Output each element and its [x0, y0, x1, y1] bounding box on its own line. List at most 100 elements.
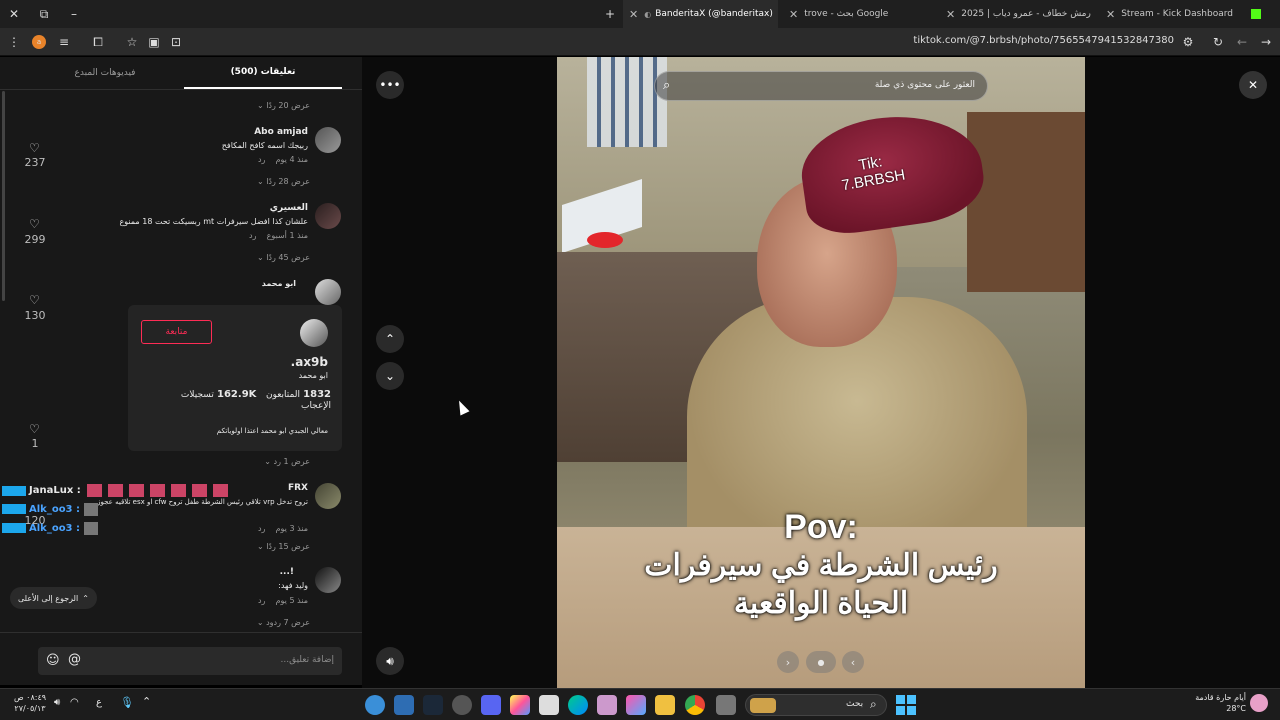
- menu-dots-icon[interactable]: ⋮: [6, 34, 22, 50]
- comment-meta: منذ 5 يوم رد: [257, 596, 308, 605]
- paint-icon[interactable]: [510, 695, 530, 715]
- like-count: 237: [24, 156, 46, 169]
- chevron-up-icon[interactable]: ⌃: [142, 695, 151, 708]
- wifi-icon[interactable]: ◠: [70, 697, 79, 708]
- playlist-icon[interactable]: ≡: [56, 34, 72, 50]
- tab-close-icon[interactable]: ✕: [1106, 8, 1115, 21]
- view-replies-toggle[interactable]: عرض 1 رد ⌄: [220, 457, 310, 466]
- language-indicator[interactable]: ع: [96, 697, 102, 708]
- divider: [0, 632, 362, 633]
- audio-icon: ◐: [644, 9, 652, 19]
- tab-creator-videos[interactable]: فيديوهات المبدع: [30, 57, 180, 89]
- volume-tray-icon[interactable]: 🔊︎: [54, 697, 60, 708]
- bookmark-star-icon[interactable]: ☆: [124, 34, 140, 50]
- related-search-bar[interactable]: ⌕ العثور على محتوى ذي صلة: [654, 71, 988, 101]
- shield-icon[interactable]: [394, 695, 414, 715]
- tab-close-icon[interactable]: ✕: [629, 8, 638, 21]
- back-icon[interactable]: →: [1258, 34, 1274, 50]
- comment-author[interactable]: العسيري: [160, 203, 308, 213]
- carousel-next-icon[interactable]: ›: [777, 651, 799, 673]
- view-replies-toggle[interactable]: عرض 15 ردًا ⌄: [220, 542, 310, 551]
- windows-start-icon[interactable]: [896, 695, 916, 715]
- microphone-icon[interactable]: 🎙︎: [120, 696, 134, 709]
- minimize-icon[interactable]: –: [64, 4, 84, 24]
- mention-icon[interactable]: @: [68, 652, 81, 667]
- carousel-prev-icon[interactable]: ‹: [842, 651, 864, 673]
- file-explorer-icon[interactable]: [655, 695, 675, 715]
- controller-icon[interactable]: [452, 695, 472, 715]
- next-video-icon[interactable]: ⌄: [376, 362, 404, 390]
- profile-handle[interactable]: ax9b.: [188, 355, 328, 369]
- previous-video-icon[interactable]: ⌃: [376, 325, 404, 353]
- weather-widget[interactable]: أيام حارة قادمة 28°C: [1160, 692, 1246, 714]
- back-to-top-button[interactable]: الرجوع إلى الأعلى ⌃: [10, 587, 97, 609]
- chrome-icon[interactable]: [685, 695, 705, 715]
- taskbar-search[interactable]: بحث ⌕: [745, 694, 887, 716]
- edge-icon[interactable]: [568, 695, 588, 715]
- close-icon[interactable]: ✕: [1239, 71, 1267, 99]
- divider: [0, 89, 362, 90]
- avatar[interactable]: [315, 567, 341, 593]
- view-replies-toggle[interactable]: عرض 7 ردود ⌄: [220, 618, 310, 627]
- steam-icon[interactable]: [423, 695, 443, 715]
- avatar[interactable]: [315, 279, 341, 305]
- profile-stats: 1832 المتابعون 162.9K تسجيلات الإعجاب: [180, 389, 331, 411]
- profile-bio: معالي الجبدي ابو محمد اعتذا اولوياتكم: [216, 427, 328, 435]
- mouse-cursor-icon: [454, 398, 470, 416]
- avatar[interactable]: [315, 483, 341, 509]
- badge-icon: [2, 504, 26, 514]
- store-icon[interactable]: [539, 695, 559, 715]
- discord-icon[interactable]: [481, 695, 501, 715]
- tab-comments[interactable]: (500) تعليقات: [184, 57, 342, 89]
- reload-icon[interactable]: ↻: [1210, 34, 1226, 50]
- site-settings-icon[interactable]: ⚙: [1180, 34, 1196, 50]
- tab-kick-dashboard[interactable]: ✕ Stream - Kick Dashboard: [1100, 0, 1275, 28]
- reader-icon[interactable]: ▣: [146, 34, 162, 50]
- avatar[interactable]: [315, 127, 341, 153]
- tab-google-search[interactable]: ✕ trove - بحث Google ◍: [783, 0, 933, 28]
- windows-taskbar: ٠٨:٤٩ ص ٢٧/٠٥/١٣ 🔊︎ ◠ ع 🎙︎ ⌃ بحث ⌕ أيام ح…: [0, 688, 1280, 720]
- extensions-icon[interactable]: ⧠: [90, 34, 106, 50]
- volume-icon[interactable]: 🔊︎: [376, 647, 404, 675]
- task-view-icon[interactable]: [716, 695, 736, 715]
- view-replies-toggle[interactable]: عرض 45 ردًا ⌄: [220, 253, 310, 262]
- photo-post[interactable]: ⌕ العثور على محتوى ذي صلة Tik: 7.BRBSH Po…: [557, 57, 1085, 688]
- tab-close-icon[interactable]: ✕: [789, 8, 798, 21]
- follow-button[interactable]: متابعة: [141, 320, 212, 344]
- heart-icon[interactable]: ♡: [29, 422, 40, 436]
- comment-author[interactable]: Abo amjad: [160, 127, 308, 137]
- heart-icon[interactable]: ♡: [29, 141, 40, 155]
- tab-amr-diab[interactable]: ✕ رمش خطاف - عمرو دياب | 2025: [940, 0, 1095, 28]
- more-options-icon[interactable]: •••: [376, 71, 404, 99]
- comment-author[interactable]: !...: [220, 567, 294, 577]
- url-text[interactable]: tiktok.com/@7.brbsh/photo/75655479415328…: [913, 35, 1174, 46]
- edge-dev-icon[interactable]: [365, 695, 385, 715]
- tab-banderitax[interactable]: ✕ ◐ BanderitaX (@banderitax) ♪: [623, 0, 778, 28]
- like-count: 299: [24, 233, 46, 246]
- emoji-icon[interactable]: ☺: [46, 653, 60, 668]
- avatar[interactable]: [300, 319, 328, 347]
- clock[interactable]: ٠٨:٤٩ ص ٢٧/٠٥/١٣: [10, 692, 50, 714]
- profile-avatar-icon[interactable]: a: [32, 35, 46, 49]
- maximize-icon[interactable]: ⧉: [34, 4, 54, 24]
- scrollbar[interactable]: [2, 91, 5, 301]
- comment-text: علشان كذا افضل سيرفرات mt ربسيكت تحت 18 …: [119, 217, 308, 226]
- install-app-icon[interactable]: ⊡: [168, 34, 184, 50]
- app-icon[interactable]: [597, 695, 617, 715]
- comment-author[interactable]: ابو محمد: [200, 279, 296, 288]
- comment-author[interactable]: FRX: [220, 483, 308, 493]
- heart-icon[interactable]: ♡: [29, 293, 40, 307]
- avatar[interactable]: [315, 203, 341, 229]
- chevron-up-icon: ⌃: [82, 593, 89, 603]
- stream-chat-overlay: JanaLux : Alk_oo3 : Alk_oo3 :: [2, 483, 232, 537]
- tab-close-icon[interactable]: ✕: [946, 8, 955, 21]
- copilot-icon[interactable]: [626, 695, 646, 715]
- like-count: 1: [31, 437, 39, 450]
- heart-icon[interactable]: ♡: [29, 217, 40, 231]
- close-window-icon[interactable]: ✕: [4, 4, 24, 24]
- view-replies-toggle[interactable]: عرض 20 ردًا ⌄: [220, 101, 310, 110]
- view-replies-toggle[interactable]: عرض 28 ردًا ⌄: [220, 177, 310, 186]
- comment-input[interactable]: ☺ @ إضافة تعليق...: [38, 647, 342, 675]
- forward-icon[interactable]: ←: [1234, 34, 1250, 50]
- new-tab-icon[interactable]: +: [600, 4, 620, 24]
